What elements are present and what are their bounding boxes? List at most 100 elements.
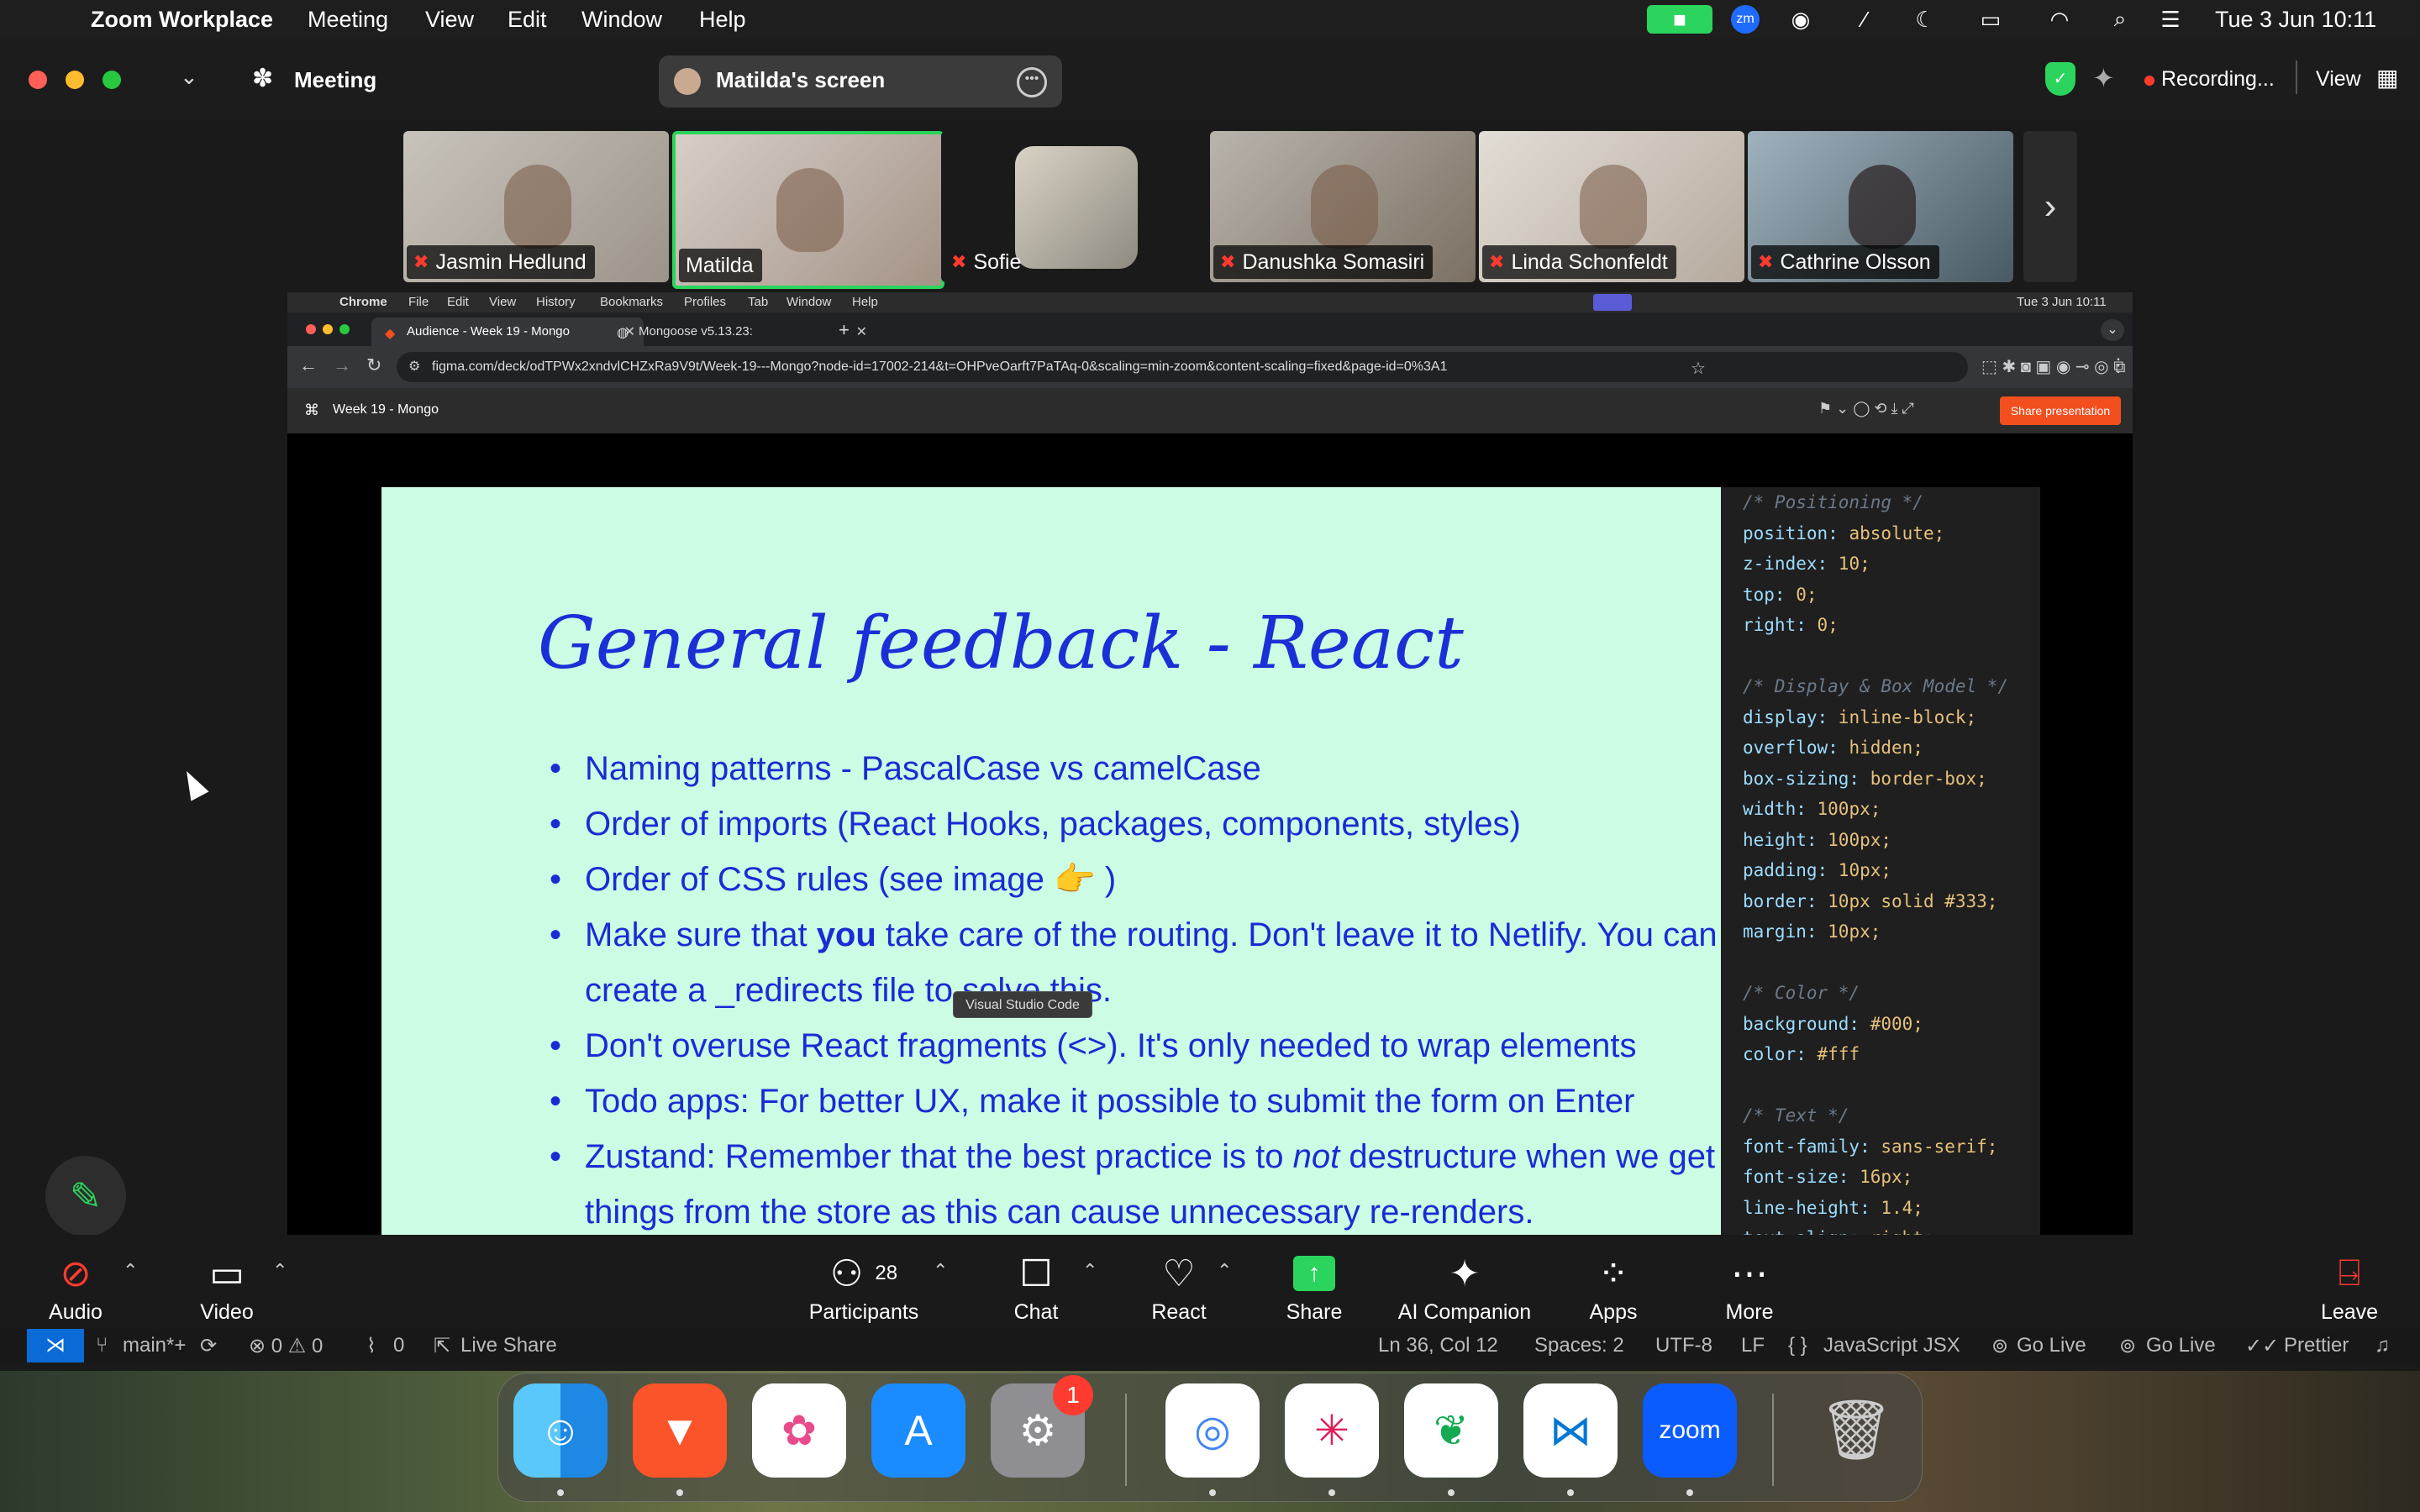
annotate-pencil-icon[interactable]: ✎	[45, 1156, 126, 1236]
share-presentation-button: Share presentation	[2000, 396, 2121, 425]
chrome-icon[interactable]: ◎	[1165, 1383, 1260, 1478]
participants-people-icon: ⚇ 28	[829, 1252, 898, 1294]
presentation-slide: General feedback - React Naming patterns…	[381, 487, 1721, 1235]
figma-favicon-icon: ◆	[385, 327, 396, 341]
ports-count[interactable]: 0	[393, 1334, 404, 1357]
css-value: border-box;	[1870, 768, 1987, 789]
figma-file-name: Week 19 - Mongo	[333, 402, 439, 417]
site-info-icon: ⚙	[408, 360, 421, 374]
participant-avatar	[1015, 146, 1138, 269]
participants-label: Participants	[808, 1300, 919, 1324]
running-indicator	[1328, 1489, 1335, 1496]
view-grid-icon[interactable]: ▦	[2376, 64, 2398, 92]
cursor-position[interactable]: Ln 36, Col 12	[1378, 1334, 1498, 1357]
live-share[interactable]: Live Share	[460, 1334, 557, 1357]
menu-meeting[interactable]: Meeting	[308, 7, 388, 33]
file-encoding[interactable]: UTF-8	[1655, 1334, 1712, 1357]
participant-tile[interactable]: ✖ Linda Schonfeldt	[1479, 131, 1744, 282]
zoom-menubar-icon[interactable]: zm	[1731, 5, 1760, 34]
git-branch[interactable]: main*+	[123, 1334, 186, 1357]
apps-grid-icon: ⁘	[1597, 1252, 1629, 1294]
photos-icon[interactable]: ✿	[752, 1383, 846, 1478]
tab-close-icon: ✕	[855, 325, 867, 339]
control-center-icon[interactable]: ☰	[2156, 5, 2185, 34]
css-property: font-size:	[1743, 1167, 1860, 1187]
window-close-button[interactable]	[29, 71, 47, 89]
end-of-line[interactable]: LF	[1741, 1334, 1765, 1357]
chat-options-chevron-icon[interactable]: ⌃	[1082, 1260, 1097, 1282]
participants-options-chevron-icon[interactable]: ⌃	[933, 1260, 948, 1282]
menu-app-name[interactable]: Zoom Workplace	[91, 7, 273, 33]
chevron-down-icon[interactable]: ⌄	[180, 64, 198, 90]
css-value: inline-block;	[1838, 706, 1977, 727]
brave-browser-icon[interactable]: ▼	[633, 1383, 727, 1478]
remote-indicator-icon[interactable]: ⋊	[27, 1329, 84, 1362]
video-camera-icon: ▭	[209, 1252, 245, 1294]
shared-screen: Chrome File Edit View History Bookmarks …	[287, 292, 2133, 1235]
shared-menu-item: Profiles	[684, 295, 727, 309]
participant-tile[interactable]: ✖ Danushka Somasiri	[1210, 131, 1476, 282]
security-shield-icon[interactable]: ✓	[2045, 62, 2075, 96]
css-property: color:	[1743, 1044, 1818, 1064]
participant-tile[interactable]: ✖ Cathrine Olsson	[1748, 131, 2013, 282]
go-live-button[interactable]: Go Live	[2017, 1334, 2086, 1357]
sync-icon[interactable]: ⟳	[200, 1334, 217, 1358]
menu-bar-clock[interactable]: Tue 3 Jun 10:11	[2215, 7, 2376, 33]
menu-edit[interactable]: Edit	[508, 7, 547, 33]
search-icon[interactable]: ⌕	[2106, 5, 2134, 34]
react-options-chevron-icon[interactable]: ⌃	[1217, 1260, 1232, 1282]
participant-tile[interactable]: ✖ Jasmin Hedlund	[403, 131, 669, 282]
finder-icon[interactable]: ☺	[513, 1383, 608, 1478]
code-line: width: 100px;	[1743, 794, 2040, 825]
app-store-icon[interactable]: A	[871, 1383, 965, 1478]
ai-companion-label: AI Companion	[1397, 1300, 1532, 1324]
chat-label: Chat	[1013, 1300, 1059, 1324]
indent-spaces[interactable]: Spaces: 2	[1534, 1334, 1624, 1357]
video-options-chevron-icon[interactable]: ⌃	[272, 1260, 287, 1282]
zoom-app-icon[interactable]: zoom	[1643, 1383, 1737, 1478]
menu-help[interactable]: Help	[699, 7, 746, 33]
url-text: figma.com/deck/odTPWx2xndvlCHZxRa9V9t/We…	[432, 360, 1448, 374]
participant-tile-active-speaker[interactable]: Matilda	[672, 131, 944, 289]
do-not-disturb-moon-icon[interactable]: ☾	[1911, 5, 1939, 34]
audio-options-chevron-icon[interactable]: ⌃	[123, 1260, 138, 1282]
window-minimize-button[interactable]	[66, 71, 84, 89]
css-value: 10px;	[1838, 860, 1892, 880]
problems-count[interactable]: ⊗ 0 ⚠ 0	[249, 1334, 323, 1358]
menu-view[interactable]: View	[425, 7, 474, 33]
language-mode[interactable]: JavaScript JSX	[1823, 1334, 1960, 1357]
go-live-button-2[interactable]: Go Live	[2146, 1334, 2216, 1357]
battery-icon[interactable]: ▭	[1968, 5, 2013, 34]
screen-share-status-icon[interactable]: ◉	[1786, 5, 1815, 34]
screen-share-pill[interactable]: Matilda's screen •••	[659, 55, 1062, 108]
vscode-icon[interactable]: ⋈	[1523, 1383, 1618, 1478]
menu-window[interactable]: Window	[581, 7, 662, 33]
wifi-icon[interactable]: ◠	[2045, 5, 2074, 34]
code-line: /* Color */	[1743, 983, 1860, 1003]
mongodb-compass-leaf-icon[interactable]: ❦	[1404, 1383, 1498, 1478]
notification-badge: 1	[1053, 1375, 1093, 1415]
recording-dot-icon	[2144, 76, 2154, 86]
recording-status[interactable]: Recording...	[2161, 67, 2275, 92]
trash-icon[interactable]: 🗑	[1809, 1383, 1903, 1478]
ai-sparkle-icon[interactable]: ✦	[2092, 62, 2115, 94]
share-label: Share	[1286, 1300, 1343, 1324]
notifications-bell-icon[interactable]: ♫	[2375, 1334, 2390, 1357]
bullet-text: Zustand: Remember that the best practice…	[585, 1138, 1293, 1175]
zoom-meeting-window: ⌄ ✽ Meeting Matilda's screen ••• ✓ ✦ Rec…	[0, 39, 2420, 1371]
css-value: 10px;	[1828, 921, 1881, 942]
view-button[interactable]: View	[2316, 67, 2361, 92]
system-settings-gear-icon[interactable]: ⚙ 1	[991, 1375, 1093, 1478]
magic-wand-icon[interactable]: ⁄	[1850, 5, 1879, 34]
prettier-status[interactable]: Prettier	[2284, 1334, 2349, 1357]
shared-macos-menu-bar: Chrome File Edit View History Bookmarks …	[287, 292, 2133, 312]
code-line: overflow: hidden;	[1743, 732, 2040, 764]
next-participants-chevron-icon[interactable]: ›	[2023, 131, 2077, 282]
slack-icon[interactable]: ✳	[1285, 1383, 1379, 1478]
share-options-more-icon[interactable]: •••	[1017, 67, 1047, 97]
zoom-video-status-icon[interactable]: ■	[1647, 5, 1712, 34]
window-zoom-button[interactable]	[103, 71, 121, 89]
participant-tile[interactable]: ✖ Sofie	[941, 131, 1207, 282]
bullet-text: Make sure that	[585, 916, 817, 953]
